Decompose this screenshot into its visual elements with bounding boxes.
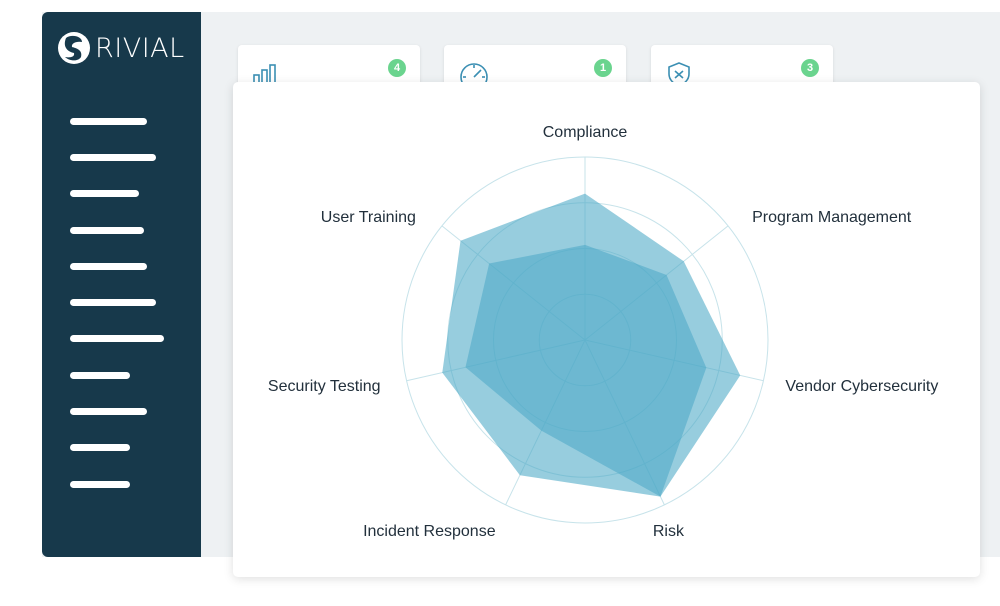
- status-badge: 4: [388, 59, 406, 77]
- brand-name: RIVIAL: [95, 32, 185, 64]
- radar-chart-card: Compliance Program Management Vendor Cyber…: [233, 82, 980, 577]
- radar-chart: Compliance Program Management Vendor Cyber…: [268, 124, 938, 540]
- sidebar-item-7[interactable]: [70, 335, 164, 342]
- sidebar-item-8[interactable]: [70, 372, 130, 379]
- radar-axis-label: Security Testing: [268, 378, 381, 395]
- sidebar-item-10[interactable]: [70, 444, 130, 451]
- brand-logo[interactable]: RIVIAL: [57, 30, 185, 66]
- sidebar-item-6[interactable]: [70, 299, 156, 306]
- sidebar-item-3[interactable]: [70, 190, 139, 197]
- radar-axis-label: Incident Response: [363, 523, 496, 540]
- radar-axis-label: Vendor Cybersecurity: [785, 378, 938, 395]
- radar-axis-label: Program Management: [752, 209, 912, 226]
- sidebar-item-1[interactable]: [70, 118, 147, 125]
- rivial-logo-icon: [58, 32, 90, 64]
- sidebar-item-4[interactable]: [70, 227, 144, 234]
- sidebar: [42, 12, 201, 557]
- sidebar-item-11[interactable]: [70, 481, 130, 488]
- radar-axis-label: User Training: [321, 209, 416, 226]
- status-badge: 3: [801, 59, 819, 77]
- sidebar-item-5[interactable]: [70, 263, 147, 270]
- radar-axis-label: Risk: [653, 523, 685, 540]
- sidebar-item-2[interactable]: [70, 154, 156, 161]
- status-badge: 1: [594, 59, 612, 77]
- sidebar-item-9[interactable]: [70, 408, 147, 415]
- radar-axis-label: Compliance: [543, 124, 628, 141]
